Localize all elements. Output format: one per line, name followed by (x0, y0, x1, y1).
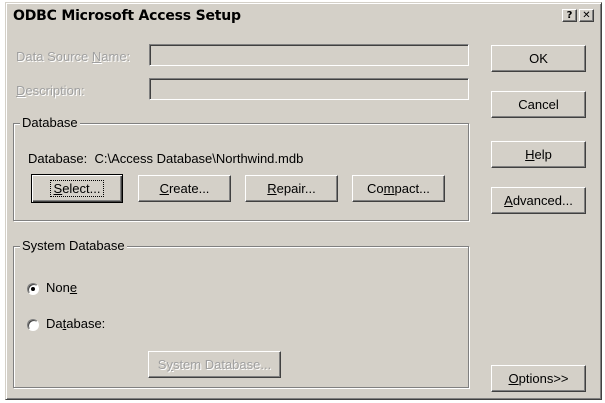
compact-button[interactable]: Compact... (352, 175, 445, 202)
radio-none-label[interactable]: None (46, 280, 77, 295)
title-bar[interactable]: ODBC Microsoft Access Setup ? ✕ (9, 6, 598, 27)
odbc-setup-dialog: ODBC Microsoft Access Setup ? ✕ Data Sou… (5, 2, 602, 400)
question-mark-icon[interactable]: ? (562, 9, 577, 22)
cancel-button[interactable]: Cancel (491, 91, 586, 118)
description-field[interactable] (149, 78, 469, 100)
radio-selected-icon[interactable] (27, 283, 39, 295)
radio-dot (31, 287, 35, 291)
window-title: ODBC Microsoft Access Setup (13, 8, 241, 24)
system-database-group: System Database None Database: System Da… (13, 238, 469, 388)
create-button[interactable]: Create... (138, 175, 231, 202)
dsn-input[interactable] (150, 45, 468, 65)
close-icon[interactable]: ✕ (579, 9, 594, 22)
options-button[interactable]: Options>> (491, 365, 586, 392)
select-button[interactable]: Select... (31, 174, 123, 203)
dsn-field[interactable] (149, 44, 469, 66)
description-input[interactable] (150, 79, 468, 99)
repair-button[interactable]: Repair... (245, 175, 338, 202)
description-label: Description: (16, 83, 85, 98)
radio-unselected-icon[interactable] (27, 319, 39, 331)
database-group-title: Database (20, 115, 80, 130)
dsn-label: Data Source Name: (16, 49, 131, 64)
database-path: Database: C:\Access Database\Northwind.m… (28, 151, 303, 166)
database-path-label: Database: (28, 151, 88, 166)
advanced-button[interactable]: Advanced... (491, 187, 586, 214)
ok-button[interactable]: OK (491, 45, 586, 72)
system-database-button[interactable]: System Database... (148, 351, 281, 378)
database-group: Database Database: C:\Access Database\No… (13, 115, 469, 221)
system-database-group-title: System Database (20, 238, 127, 253)
help-button[interactable]: Help (491, 141, 586, 168)
radio-database-label[interactable]: Database: (46, 316, 105, 331)
database-path-value: C:\Access Database\Northwind.mdb (94, 151, 304, 166)
